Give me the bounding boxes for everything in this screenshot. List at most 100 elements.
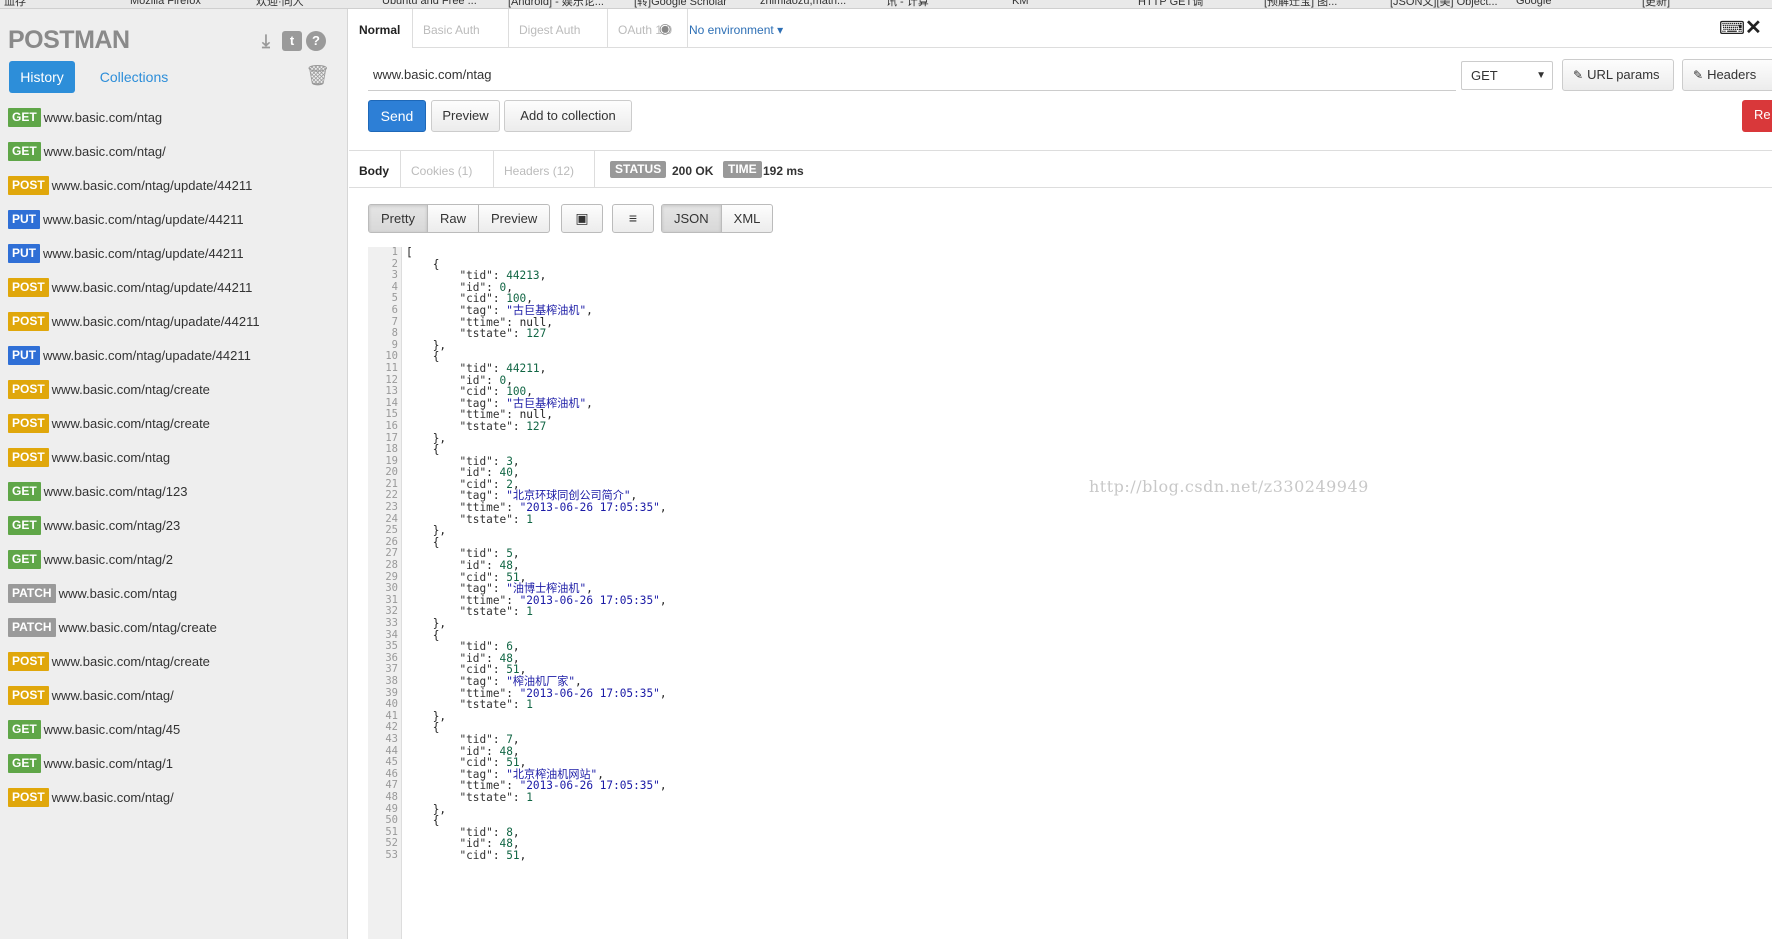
- code-line: 6 "tag": "古巨基榨油机",: [368, 304, 1772, 317]
- history-item[interactable]: POST www.basic.com/ntag/update/44211: [8, 270, 344, 304]
- history-item[interactable]: GET www.basic.com/ntag/45: [8, 712, 344, 746]
- caret-down-icon: ▼: [1536, 70, 1546, 81]
- history-item[interactable]: GET www.basic.com/ntag/2: [8, 542, 344, 576]
- bookmark-label: [转]Google Scholar: [634, 0, 727, 8]
- tab-headers[interactable]: Headers (12): [494, 151, 595, 187]
- history-url: www.basic.com/ntag/upadate/44211: [51, 313, 260, 329]
- history-item[interactable]: POST www.basic.com/ntag: [8, 440, 344, 474]
- code-line: 31 "ttime": "2013-06-26 17:05:35",: [368, 594, 1772, 607]
- view-mode-group: Pretty Raw Preview: [368, 204, 551, 233]
- code-line: 36 "id": 48,: [368, 652, 1772, 665]
- code-text: [: [406, 247, 413, 259]
- method-badge: GET: [8, 515, 41, 535]
- line-number: 53: [385, 848, 398, 861]
- bookmark-label: [JSON文][美] Object...: [1390, 0, 1498, 8]
- bookmark-item[interactable]: Ubuntu and Free ...: [382, 0, 477, 8]
- history-item[interactable]: POST www.basic.com/ntag/: [8, 678, 344, 712]
- url-input[interactable]: [368, 59, 1456, 91]
- history-item[interactable]: PATCH www.basic.com/ntag: [8, 576, 344, 610]
- bookmark-item[interactable]: [更新]: [1642, 0, 1670, 8]
- line-number: 28: [385, 559, 398, 572]
- preview-button[interactable]: Preview: [431, 100, 500, 132]
- history-item[interactable]: GET www.basic.com/ntag/: [8, 134, 344, 168]
- headers-button[interactable]: ✎ Headers: [1682, 59, 1772, 91]
- format-xml-button[interactable]: XML: [722, 205, 773, 232]
- history-item[interactable]: POST www.basic.com/ntag/create: [8, 644, 344, 678]
- tab-digest-auth[interactable]: Digest Auth: [509, 9, 608, 48]
- bookmark-item[interactable]: [转]Google Scholar: [634, 0, 727, 8]
- twitter-icon[interactable]: t: [282, 31, 302, 51]
- format-json-button[interactable]: JSON: [662, 205, 722, 232]
- url-params-button[interactable]: ✎ URL params: [1562, 59, 1674, 91]
- bookmark-item[interactable]: [Android] - 娱乐论...: [508, 0, 604, 8]
- bookmark-item[interactable]: zhimiaozu,math...: [760, 0, 846, 8]
- line-number: 50: [385, 814, 398, 827]
- tab-normal[interactable]: Normal: [349, 9, 413, 48]
- trash-icon[interactable]: 🗑: [305, 64, 330, 88]
- view-preview-button[interactable]: Preview: [479, 205, 549, 232]
- history-url: www.basic.com/ntag/23: [43, 517, 181, 533]
- code-text: "tstate": 1: [459, 790, 533, 804]
- close-icon[interactable]: ✕: [1745, 15, 1762, 40]
- response-body[interactable]: 1[2 {3 "tid": 44213, 4 "id": 0, 5 "cid": 1…: [368, 247, 1772, 939]
- bookmark-item[interactable]: 讯 - 计算: [886, 0, 929, 8]
- bookmark-item[interactable]: Mozilla Firefox: [130, 0, 201, 8]
- bookmark-item[interactable]: 血存: [4, 0, 26, 8]
- history-url: www.basic.com/ntag: [58, 585, 178, 601]
- view-pretty-button[interactable]: Pretty: [369, 205, 428, 232]
- tab-collections[interactable]: Collections: [84, 61, 184, 93]
- code-line: 42 {: [368, 722, 1772, 734]
- bookmark-item[interactable]: Google: [1516, 0, 1551, 8]
- fullscreen-icon[interactable]: ▣: [561, 204, 603, 233]
- method-select[interactable]: GET ▼: [1461, 61, 1553, 90]
- eye-icon[interactable]: ◉: [659, 21, 677, 35]
- history-item[interactable]: PUT www.basic.com/ntag/update/44211: [8, 202, 344, 236]
- bookmark-item[interactable]: [预解迁宝] 图...: [1264, 0, 1337, 8]
- tab-basic-auth[interactable]: Basic Auth: [413, 9, 509, 48]
- code-line: 39 "ttime": "2013-06-26 17:05:35",: [368, 687, 1772, 700]
- help-icon[interactable]: ?: [306, 31, 326, 51]
- history-url: www.basic.com/ntag/123: [43, 483, 188, 499]
- history-url: www.basic.com/ntag/upadate/44211: [43, 347, 251, 363]
- history-item[interactable]: POST www.basic.com/ntag/: [8, 780, 344, 814]
- bookmark-label: Google: [1516, 0, 1552, 7]
- code-line: 41 },: [368, 710, 1772, 723]
- history-item[interactable]: PATCH www.basic.com/ntag/create: [8, 610, 344, 644]
- add-to-collection-button[interactable]: Add to collection: [504, 100, 632, 132]
- view-raw-button[interactable]: Raw: [428, 205, 479, 232]
- bookmark-item[interactable]: [JSON文][美] Object...: [1390, 0, 1498, 8]
- history-url: www.basic.com/ntag/1: [43, 755, 174, 771]
- history-item[interactable]: POST www.basic.com/ntag/upadate/44211: [8, 304, 344, 338]
- history-item[interactable]: POST www.basic.com/ntag/update/44211: [8, 168, 344, 202]
- method-badge: POST: [8, 447, 49, 467]
- history-url: www.basic.com/ntag: [51, 449, 171, 465]
- bookmark-label: [预解迁宝] 图...: [1264, 0, 1338, 8]
- history-item[interactable]: GET www.basic.com/ntag/1: [8, 746, 344, 780]
- history-item[interactable]: PUT www.basic.com/ntag/upadate/44211: [8, 338, 344, 372]
- code-line: 1[: [368, 247, 1772, 259]
- history-item[interactable]: PUT www.basic.com/ntag/update/44211: [8, 236, 344, 270]
- reset-button[interactable]: Re: [1742, 100, 1772, 132]
- method-badge: POST: [8, 175, 49, 195]
- code-line: 3 "tid": 44213,: [368, 270, 1772, 282]
- history-item[interactable]: GET www.basic.com/ntag: [8, 100, 344, 134]
- environment-select[interactable]: No environment ▾: [689, 9, 783, 48]
- tab-cookies[interactable]: Cookies (1): [401, 151, 494, 187]
- method-badge: PATCH: [8, 617, 56, 637]
- tab-body[interactable]: Body: [349, 151, 401, 187]
- keyboard-icon[interactable]: ⌨: [1719, 18, 1745, 39]
- code-line: 32 "tstate": 1: [368, 606, 1772, 618]
- bookmark-item[interactable]: KM: [1012, 0, 1029, 8]
- bookmark-item[interactable]: HTTP GET调: [1138, 0, 1203, 8]
- history-item[interactable]: POST www.basic.com/ntag/create: [8, 406, 344, 440]
- history-item[interactable]: GET www.basic.com/ntag/23: [8, 508, 344, 542]
- bookmark-item[interactable]: 欢迎·同人: [256, 0, 304, 8]
- send-button[interactable]: Send: [368, 100, 426, 132]
- history-item[interactable]: POST www.basic.com/ntag/create: [8, 372, 344, 406]
- download-icon[interactable]: ⤓: [256, 31, 276, 51]
- history-item[interactable]: GET www.basic.com/ntag/123: [8, 474, 344, 508]
- indent-icon[interactable]: ≡: [612, 204, 654, 233]
- code-line: 12 "id": 0,: [368, 374, 1772, 387]
- code-text: "tstate": 1: [459, 698, 533, 712]
- tab-history[interactable]: History: [9, 61, 75, 93]
